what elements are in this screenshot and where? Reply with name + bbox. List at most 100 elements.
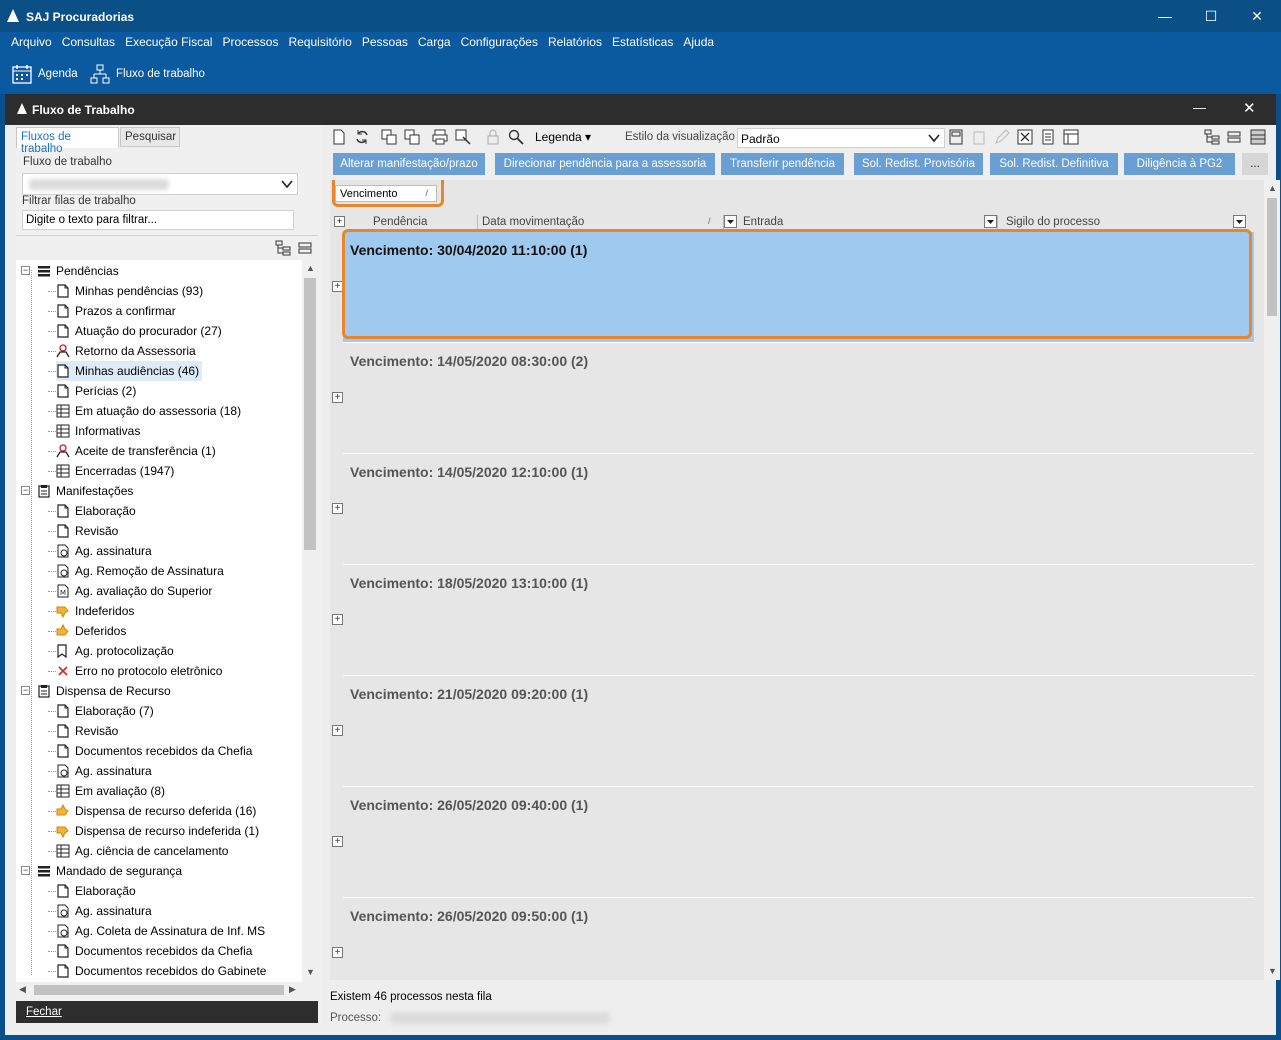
refresh-icon[interactable] <box>354 129 370 145</box>
column-sigilo[interactable]: Sigilo do processo <box>1003 215 1238 229</box>
group-expand-icon[interactable]: + <box>332 725 343 736</box>
group-collapse-icon[interactable] <box>1227 129 1243 145</box>
menu-relatorios[interactable]: Relatórios <box>543 32 607 49</box>
tree-item[interactable]: Mandado de segurança <box>37 861 185 881</box>
tree-collapse-icon[interactable]: − <box>21 266 30 275</box>
tree-item[interactable]: Documentos recebidos da Chefia <box>56 741 255 761</box>
menu-arquivo[interactable]: Arquivo <box>0 32 57 49</box>
scroll-right-icon[interactable]: ▶ <box>289 984 296 995</box>
settings-grid-icon[interactable] <box>1250 129 1266 145</box>
column-pendencia[interactable]: Pendência <box>370 215 478 229</box>
tree-vertical-scrollbar[interactable]: ▲ ▼ <box>302 260 318 982</box>
agenda-button[interactable]: Agenda <box>12 63 78 85</box>
scroll-down-icon[interactable]: ▼ <box>1268 966 1277 976</box>
scroll-down-icon[interactable]: ▼ <box>306 967 315 977</box>
expand-all-icon[interactable] <box>275 240 291 256</box>
group-row[interactable]: + Vencimento: 18/05/2020 13:10:00 (1) <box>332 565 1254 676</box>
tree-item[interactable]: Revisão <box>56 721 121 741</box>
direcionar-pendencia-button[interactable]: Direcionar pendência para a assessoria <box>495 153 715 175</box>
fechar-button[interactable]: Fechar <box>16 1001 318 1023</box>
search-icon[interactable] <box>508 129 524 145</box>
tree-item[interactable]: Elaboração <box>56 881 139 901</box>
save-icon[interactable] <box>948 129 964 145</box>
tree-item[interactable]: Ag. assinatura <box>56 901 155 921</box>
group-row[interactable]: + Vencimento: 26/05/2020 09:50:00 (1) <box>332 898 1254 980</box>
scroll-left-icon[interactable]: ◀ <box>19 984 26 995</box>
collapse-all-icon[interactable] <box>298 240 312 256</box>
group-row[interactable]: + Vencimento: 21/05/2020 09:20:00 (1) <box>332 676 1254 787</box>
legend-dropdown[interactable]: Legenda ▾ <box>535 130 591 144</box>
scroll-up-icon[interactable]: ▲ <box>1268 183 1277 193</box>
menu-ajuda[interactable]: Ajuda <box>678 32 719 49</box>
excel-icon[interactable] <box>1017 129 1033 145</box>
tree-item[interactable]: Perícias (2) <box>56 381 139 401</box>
filter-data-movimentacao-icon[interactable] <box>724 215 737 228</box>
menu-configuracoes[interactable]: Configurações <box>456 32 543 49</box>
more-actions-button[interactable]: ... <box>1242 153 1268 175</box>
tab-fluxos[interactable]: Fluxos de trabalho <box>16 127 119 155</box>
copy-icon[interactable] <box>381 129 397 145</box>
maximize-button[interactable]: ☐ <box>1188 0 1234 32</box>
menu-pessoas[interactable]: Pessoas <box>357 32 413 49</box>
report-icon[interactable] <box>1040 129 1056 145</box>
tree-item[interactable]: Prazos a confirmar <box>56 301 179 321</box>
menu-execucao-fiscal[interactable]: Execução Fiscal <box>120 32 217 49</box>
close-button[interactable]: ✕ <box>1234 0 1280 32</box>
group-row[interactable]: + Vencimento: 14/05/2020 12:10:00 (1) <box>332 454 1254 565</box>
group-expand-icon[interactable] <box>1204 129 1220 145</box>
tree-item[interactable]: Dispensa de Recurso <box>37 681 174 701</box>
menu-processos[interactable]: Processos <box>217 32 283 49</box>
tree-item[interactable]: Minhas pendências (93) <box>56 281 206 301</box>
filter-input[interactable]: Digite o texto para filtrar... <box>22 210 294 230</box>
tree-item[interactable]: Deferidos <box>56 621 129 641</box>
tree-item[interactable]: Revisão <box>56 521 121 541</box>
column-data-movimentacao[interactable]: Data movimentação <box>479 215 724 229</box>
transferir-pendencia-button[interactable]: Transferir pendência <box>721 153 844 175</box>
tree-item[interactable]: Ag. assinatura <box>56 541 155 561</box>
tree-scroll-thumb[interactable] <box>304 278 316 550</box>
tree-collapse-icon[interactable]: − <box>21 486 30 495</box>
new-document-icon[interactable] <box>331 129 347 145</box>
tree-item[interactable]: Em avaliação (8) <box>56 781 168 801</box>
tree-item[interactable]: Dispensa de recurso indeferida (1) <box>56 821 262 841</box>
column-entrada[interactable]: Entrada <box>740 215 998 229</box>
tree-item[interactable]: Dispensa de recurso deferida (16) <box>56 801 259 821</box>
inner-close-button[interactable]: ✕ <box>1243 99 1256 117</box>
tree-item[interactable]: Em atuação do assessoria (18) <box>56 401 244 421</box>
tree-item[interactable]: Documentos recebidos da Chefia <box>56 941 255 961</box>
tree-item[interactable]: Documentos recebidos do Gabinete <box>56 961 269 981</box>
menu-estatisticas[interactable]: Estatísticas <box>607 32 678 49</box>
group-expand-icon[interactable]: + <box>332 614 343 625</box>
tree-item[interactable]: Ag. Coleta de Assinatura de Inf. MS <box>56 921 268 941</box>
layout-icon[interactable] <box>1063 129 1079 145</box>
tree-horizontal-scrollbar[interactable]: ◀ ▶ <box>16 982 302 998</box>
group-expand-icon[interactable]: + <box>332 836 343 847</box>
inner-minimize-button[interactable]: — <box>1193 100 1206 115</box>
filter-entrada-icon[interactable] <box>984 215 997 228</box>
diligencia-pg2-button[interactable]: Diligência à PG2 <box>1124 153 1235 175</box>
tree-item[interactable]: Ag. assinatura <box>56 761 155 781</box>
tree-item[interactable]: Elaboração (7) <box>56 701 157 721</box>
filter-sigilo-icon[interactable] <box>1233 215 1246 228</box>
grid-vertical-scrollbar[interactable]: ▲ ▼ <box>1264 180 1280 980</box>
menu-carga[interactable]: Carga <box>413 32 456 49</box>
export-icon[interactable] <box>455 129 471 145</box>
tree-item[interactable]: M Ag. avaliação do Superior <box>56 581 215 601</box>
copy-alt-icon[interactable] <box>404 129 420 145</box>
sol-redist-provisoria-button[interactable]: Sol. Redist. Provisória <box>854 153 983 175</box>
tree-item[interactable]: Informativas <box>56 421 143 441</box>
tree-item[interactable]: Ag. protocolização <box>56 641 177 661</box>
tree-item[interactable]: Pendências <box>37 261 122 281</box>
tree-item[interactable]: Minhas audiências (46) <box>56 361 203 381</box>
alterar-manifestacao-button[interactable]: Alterar manifestação/prazo <box>333 153 485 175</box>
group-expand-icon[interactable]: + <box>332 503 343 514</box>
fluxo-trabalho-button[interactable]: Fluxo de trabalho <box>90 63 205 85</box>
tree-item[interactable]: Atuação do procurador (27) <box>56 321 225 341</box>
tree-item[interactable]: Ag. Remoção de Assinatura <box>56 561 227 581</box>
tree-item[interactable]: Elaboração <box>56 501 139 521</box>
tree-item[interactable]: Encerradas (1947) <box>56 461 177 481</box>
horizontal-scroll-thumb[interactable] <box>34 985 284 995</box>
expand-groups-icon[interactable]: + <box>334 216 345 227</box>
group-row[interactable]: + Vencimento: 26/05/2020 09:40:00 (1) <box>332 787 1254 898</box>
print-icon[interactable] <box>432 129 448 145</box>
